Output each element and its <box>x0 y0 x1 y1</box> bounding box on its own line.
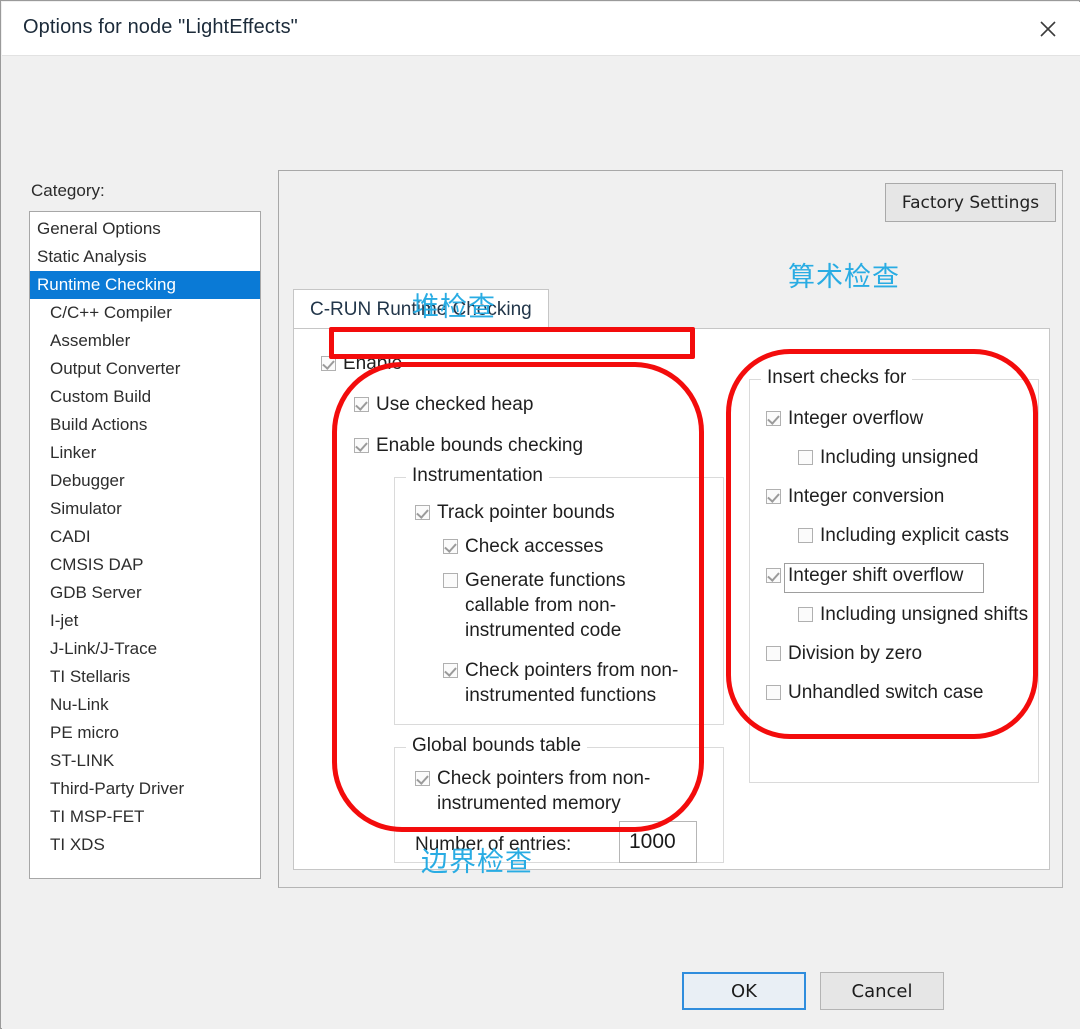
cancel-button[interactable]: Cancel <box>820 972 944 1010</box>
checkbox-box-enable-bounds-checking <box>354 438 369 453</box>
sidebar-item-j-link-j-trace[interactable]: J-Link/J-Trace <box>30 635 260 663</box>
checkbox-check-accesses[interactable]: Check accesses <box>443 534 603 559</box>
ok-button[interactable]: OK <box>682 972 806 1010</box>
checkbox-box-including-explicit-casts <box>798 528 813 543</box>
annotation-label-heap-check: 堆检查 <box>412 292 496 323</box>
checkbox-label-integer-conversion: Integer conversion <box>788 486 945 507</box>
checkbox-including-explicit-casts[interactable]: Including explicit casts <box>798 523 1009 548</box>
checkbox-box-check-pointers-functions <box>443 663 458 678</box>
checkbox-division-by-zero[interactable]: Division by zero <box>766 641 922 666</box>
checkbox-unhandled-switch-case[interactable]: Unhandled switch case <box>766 680 983 705</box>
checkbox-box-generate-functions <box>443 573 458 588</box>
checkbox-label-check-pointers-memory: Check pointers from non-instrumented mem… <box>437 768 651 814</box>
sidebar-item-gdb-server[interactable]: GDB Server <box>30 579 260 607</box>
checkbox-box-use-checked-heap <box>354 397 369 412</box>
checkbox-label-enable: Enable <box>343 353 403 374</box>
group-instrumentation: Instrumentation Track pointer bounds Che… <box>394 465 724 725</box>
checkbox-use-checked-heap[interactable]: Use checked heap <box>354 392 533 417</box>
sidebar-item-ti-msp-fet[interactable]: TI MSP-FET <box>30 803 260 831</box>
sidebar-item-cadi[interactable]: CADI <box>30 523 260 551</box>
options-panel: Factory Settings C-RUN Runtime Checking … <box>278 170 1063 888</box>
checkbox-box-including-unsigned-shifts <box>798 607 813 622</box>
group-title-instrumentation: Instrumentation <box>406 465 549 487</box>
group-title-global-bounds-table: Global bounds table <box>406 735 588 757</box>
sidebar-item-custom-build[interactable]: Custom Build <box>30 383 260 411</box>
checkbox-box-enable <box>321 356 336 371</box>
annotation-label-bounds-check: 边界检查 <box>421 847 533 878</box>
checkbox-box-integer-overflow <box>766 411 781 426</box>
sidebar-item-cmsis-dap[interactable]: CMSIS DAP <box>30 551 260 579</box>
sidebar-item-ti-xds[interactable]: TI XDS <box>30 831 260 859</box>
sidebar-item-general-options[interactable]: General Options <box>30 215 260 243</box>
checkbox-label-check-pointers-functions: Check pointers from non-instrumented fun… <box>465 660 679 706</box>
category-list[interactable]: General Options Static Analysis Runtime … <box>29 211 261 879</box>
checkbox-box-including-unsigned <box>798 450 813 465</box>
sidebar-item-build-actions[interactable]: Build Actions <box>30 411 260 439</box>
checkbox-enable-bounds-checking[interactable]: Enable bounds checking <box>354 433 583 458</box>
checkbox-box-integer-shift-overflow <box>766 568 781 583</box>
checkbox-box-unhandled-switch-case <box>766 685 781 700</box>
checkbox-label-including-unsigned-shifts: Including unsigned shifts <box>820 604 1029 625</box>
sidebar-item-third-party-driver[interactable]: Third-Party Driver <box>30 775 260 803</box>
number-of-entries-input[interactable]: 1000 <box>619 821 697 863</box>
checkbox-integer-conversion[interactable]: Integer conversion <box>766 484 944 509</box>
sidebar-item-c-cpp-compiler[interactable]: C/C++ Compiler <box>30 299 260 327</box>
options-dialog: Options for node "LightEffects" Category… <box>0 0 1080 1029</box>
checkbox-enable[interactable]: Enable <box>321 351 402 376</box>
page-title: Options for node "LightEffects" <box>23 16 298 38</box>
checkbox-box-check-pointers-memory <box>415 771 430 786</box>
sidebar-item-debugger[interactable]: Debugger <box>30 467 260 495</box>
tab-content-panel: Enable Use checked heap Enable bounds ch… <box>293 328 1050 870</box>
sidebar-item-ti-stellaris[interactable]: TI Stellaris <box>30 663 260 691</box>
checkbox-label-enable-bounds-checking: Enable bounds checking <box>376 435 584 456</box>
checkbox-label-integer-overflow: Integer overflow <box>788 408 924 429</box>
checkbox-generate-functions[interactable]: Generate functions callable from non-ins… <box>443 568 693 643</box>
sidebar-item-st-link[interactable]: ST-LINK <box>30 747 260 775</box>
checkbox-label-including-explicit-casts: Including explicit casts <box>820 525 1010 546</box>
annotation-label-arithmetic-check: 算术检查 <box>788 262 900 293</box>
sidebar-item-linker[interactable]: Linker <box>30 439 260 467</box>
checkbox-integer-shift-overflow[interactable]: Integer shift overflow <box>766 563 963 588</box>
close-icon[interactable] <box>1020 2 1076 55</box>
checkbox-integer-overflow[interactable]: Integer overflow <box>766 406 923 431</box>
checkbox-box-track-pointer-bounds <box>415 505 430 520</box>
checkbox-including-unsigned-shifts[interactable]: Including unsigned shifts <box>798 602 1028 627</box>
sidebar-item-i-jet[interactable]: I-jet <box>30 607 260 635</box>
sidebar-item-runtime-checking[interactable]: Runtime Checking <box>30 271 260 299</box>
category-label: Category: <box>31 181 105 200</box>
sidebar-item-simulator[interactable]: Simulator <box>30 495 260 523</box>
sidebar-item-nu-link[interactable]: Nu-Link <box>30 691 260 719</box>
sidebar-item-static-analysis[interactable]: Static Analysis <box>30 243 260 271</box>
sidebar-item-output-converter[interactable]: Output Converter <box>30 355 260 383</box>
checkbox-including-unsigned[interactable]: Including unsigned <box>798 445 978 470</box>
checkbox-label-check-accesses: Check accesses <box>465 536 604 557</box>
checkbox-label-use-checked-heap: Use checked heap <box>376 394 534 415</box>
checkbox-box-check-accesses <box>443 539 458 554</box>
checkbox-label-generate-functions: Generate functions callable from non-ins… <box>465 570 626 641</box>
factory-settings-button[interactable]: Factory Settings <box>885 183 1056 222</box>
checkbox-label-integer-shift-overflow: Integer shift overflow <box>788 565 964 586</box>
sidebar-item-pe-micro[interactable]: PE micro <box>30 719 260 747</box>
checkbox-label-division-by-zero: Division by zero <box>788 643 923 664</box>
title-bar: Options for node "LightEffects" <box>2 2 1080 56</box>
group-title-insert-checks-for: Insert checks for <box>761 367 913 389</box>
checkbox-label-unhandled-switch-case: Unhandled switch case <box>788 682 984 703</box>
checkbox-box-integer-conversion <box>766 489 781 504</box>
checkbox-label-including-unsigned: Including unsigned <box>820 447 979 468</box>
checkbox-track-pointer-bounds[interactable]: Track pointer bounds <box>415 500 615 525</box>
checkbox-label-track-pointer-bounds: Track pointer bounds <box>437 502 615 523</box>
checkbox-check-pointers-functions[interactable]: Check pointers from non-instrumented fun… <box>443 658 713 708</box>
group-insert-checks-for: Insert checks for Integer overflow Inclu… <box>749 367 1039 783</box>
checkbox-check-pointers-memory[interactable]: Check pointers from non-instrumented mem… <box>415 766 695 816</box>
sidebar-item-assembler[interactable]: Assembler <box>30 327 260 355</box>
dialog-body: Category: General Options Static Analysi… <box>2 56 1080 1029</box>
tab-strip: C-RUN Runtime Checking <box>293 289 1050 329</box>
checkbox-box-division-by-zero <box>766 646 781 661</box>
